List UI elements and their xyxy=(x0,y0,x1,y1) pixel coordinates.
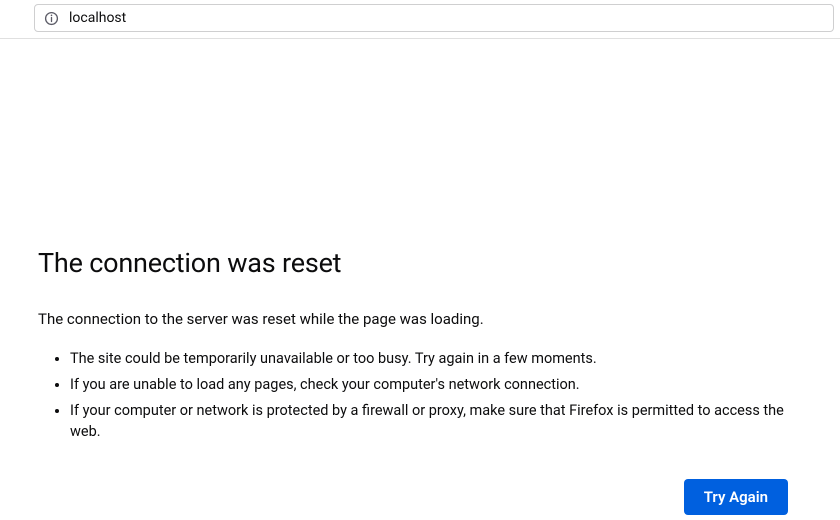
list-item: The site could be temporarily unavailabl… xyxy=(70,348,802,370)
address-bar[interactable]: localhost xyxy=(34,4,834,32)
list-item: If you are unable to load any pages, che… xyxy=(70,374,802,396)
list-item: If your computer or network is protected… xyxy=(70,400,802,444)
button-row: Try Again xyxy=(38,479,802,515)
error-subtitle: The connection to the server was reset w… xyxy=(38,309,802,330)
info-icon[interactable] xyxy=(43,10,59,26)
error-suggestion-list: The site could be temporarily unavailabl… xyxy=(38,348,802,443)
error-title: The connection was reset xyxy=(38,247,802,279)
error-page-content: The connection was reset The connection … xyxy=(0,247,840,515)
address-bar-container: localhost xyxy=(0,0,840,39)
try-again-button[interactable]: Try Again xyxy=(684,479,788,515)
url-input[interactable]: localhost xyxy=(69,10,825,26)
